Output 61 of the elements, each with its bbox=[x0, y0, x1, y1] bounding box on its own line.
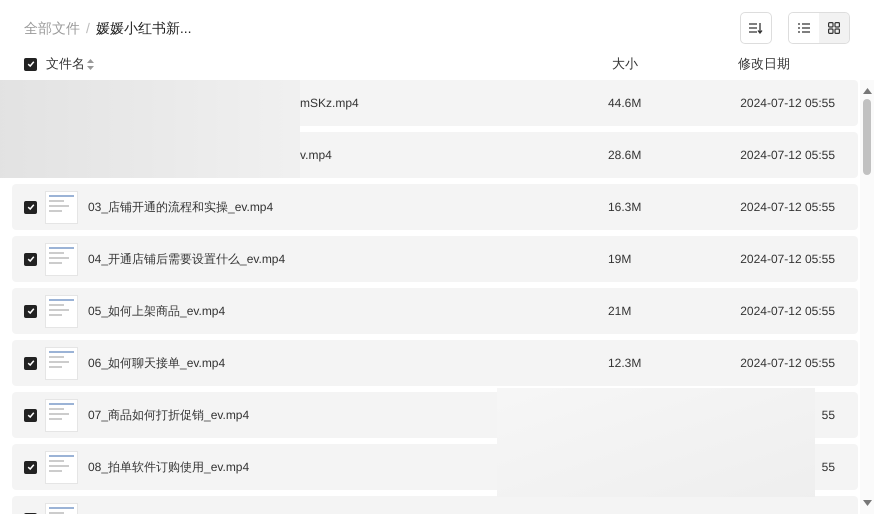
file-row[interactable]: 03_店铺开通的流程和实操_ev.mp4 16.3M 2024-07-12 05:55 bbox=[12, 184, 858, 230]
checkbox[interactable] bbox=[24, 460, 37, 474]
sort-icon bbox=[749, 22, 763, 34]
file-name[interactable]: 07_商品如何打折促销_ev.mp4 bbox=[88, 408, 250, 422]
breadcrumb-separator: / bbox=[86, 18, 90, 38]
file-name[interactable]: 08_拍单软件订购使用_ev.mp4 bbox=[88, 460, 250, 474]
file-row[interactable]: 04_开通店铺后需要设置什么_ev.mp4 19M 2024-07-12 05:55 bbox=[12, 236, 858, 282]
scroll-down-icon[interactable] bbox=[862, 500, 872, 506]
file-name[interactable]: 04_开通店铺后需要设置什么_ev.mp4 bbox=[88, 252, 286, 266]
checkbox[interactable] bbox=[24, 58, 37, 70]
list-view-button[interactable] bbox=[789, 13, 819, 43]
check-icon bbox=[26, 203, 34, 211]
modified-date: 55 bbox=[822, 460, 835, 474]
video-thumbnail bbox=[45, 190, 78, 224]
sort-arrows-icon bbox=[87, 58, 94, 70]
check-icon bbox=[26, 463, 34, 471]
checkbox[interactable] bbox=[24, 252, 37, 266]
file-size: 16.3M bbox=[608, 200, 642, 214]
checkbox[interactable] bbox=[24, 408, 37, 422]
date-column-header: 修改日期 bbox=[738, 55, 790, 74]
video-thumbnail bbox=[45, 242, 78, 276]
modified-date: 2024-07-12 05:55 bbox=[740, 200, 835, 214]
modified-date: 2024-07-12 05:55 bbox=[740, 356, 835, 370]
video-thumbnail bbox=[45, 346, 78, 380]
modified-date: 55 bbox=[822, 408, 835, 422]
video-thumbnail bbox=[45, 398, 78, 432]
scroll-up-icon[interactable] bbox=[862, 88, 872, 94]
file-name[interactable]: 05_如何上架商品_ev.mp4 bbox=[88, 304, 226, 318]
modified-date: 2024-07-12 05:55 bbox=[740, 148, 835, 162]
modified-date: 2024-07-12 05:55 bbox=[740, 252, 835, 266]
modified-date: 2024-07-12 05:55 bbox=[740, 96, 835, 110]
list-icon bbox=[798, 23, 810, 33]
video-thumbnail bbox=[45, 294, 78, 328]
breadcrumb-link[interactable]: 媛媛小红书新... bbox=[96, 18, 192, 38]
file-size: 44.6M bbox=[608, 96, 642, 110]
sort-button[interactable] bbox=[740, 12, 772, 44]
file-size: 21M bbox=[608, 304, 632, 318]
scrollbar[interactable] bbox=[860, 80, 874, 514]
video-thumbnail bbox=[45, 450, 78, 484]
size-column-header: 大小 bbox=[612, 55, 639, 74]
file-row[interactable]: 06_如何聊天接单_ev.mp4 12.3M 2024-07-12 05:55 bbox=[12, 340, 858, 386]
file-name[interactable]: 03_店铺开通的流程和实操_ev.mp4 bbox=[88, 200, 274, 214]
file-name[interactable]: 06_如何聊天接单_ev.mp4 bbox=[88, 356, 226, 370]
file-size: 28.6M bbox=[608, 148, 642, 162]
check-icon bbox=[26, 307, 34, 315]
scrollbar-thumb[interactable] bbox=[863, 99, 871, 175]
check-icon bbox=[26, 255, 34, 263]
file-size: 12.3M bbox=[608, 356, 642, 370]
name-column-header[interactable]: 文件名 bbox=[46, 54, 612, 74]
check-icon bbox=[26, 60, 34, 68]
check-icon bbox=[26, 411, 34, 419]
checkbox[interactable] bbox=[24, 200, 37, 214]
checkbox[interactable] bbox=[24, 304, 37, 318]
file-name[interactable]: mSKz.mp4 bbox=[300, 96, 359, 110]
grid-icon bbox=[828, 22, 840, 34]
checkbox[interactable] bbox=[24, 356, 37, 370]
check-icon bbox=[26, 359, 34, 367]
file-row[interactable]: 05_如何上架商品_ev.mp4 21M 2024-07-12 05:55 bbox=[12, 288, 858, 334]
file-size: 19M bbox=[608, 252, 632, 266]
file-name[interactable]: v.mp4 bbox=[300, 148, 332, 162]
modified-date: 2024-07-12 05:55 bbox=[740, 304, 835, 318]
